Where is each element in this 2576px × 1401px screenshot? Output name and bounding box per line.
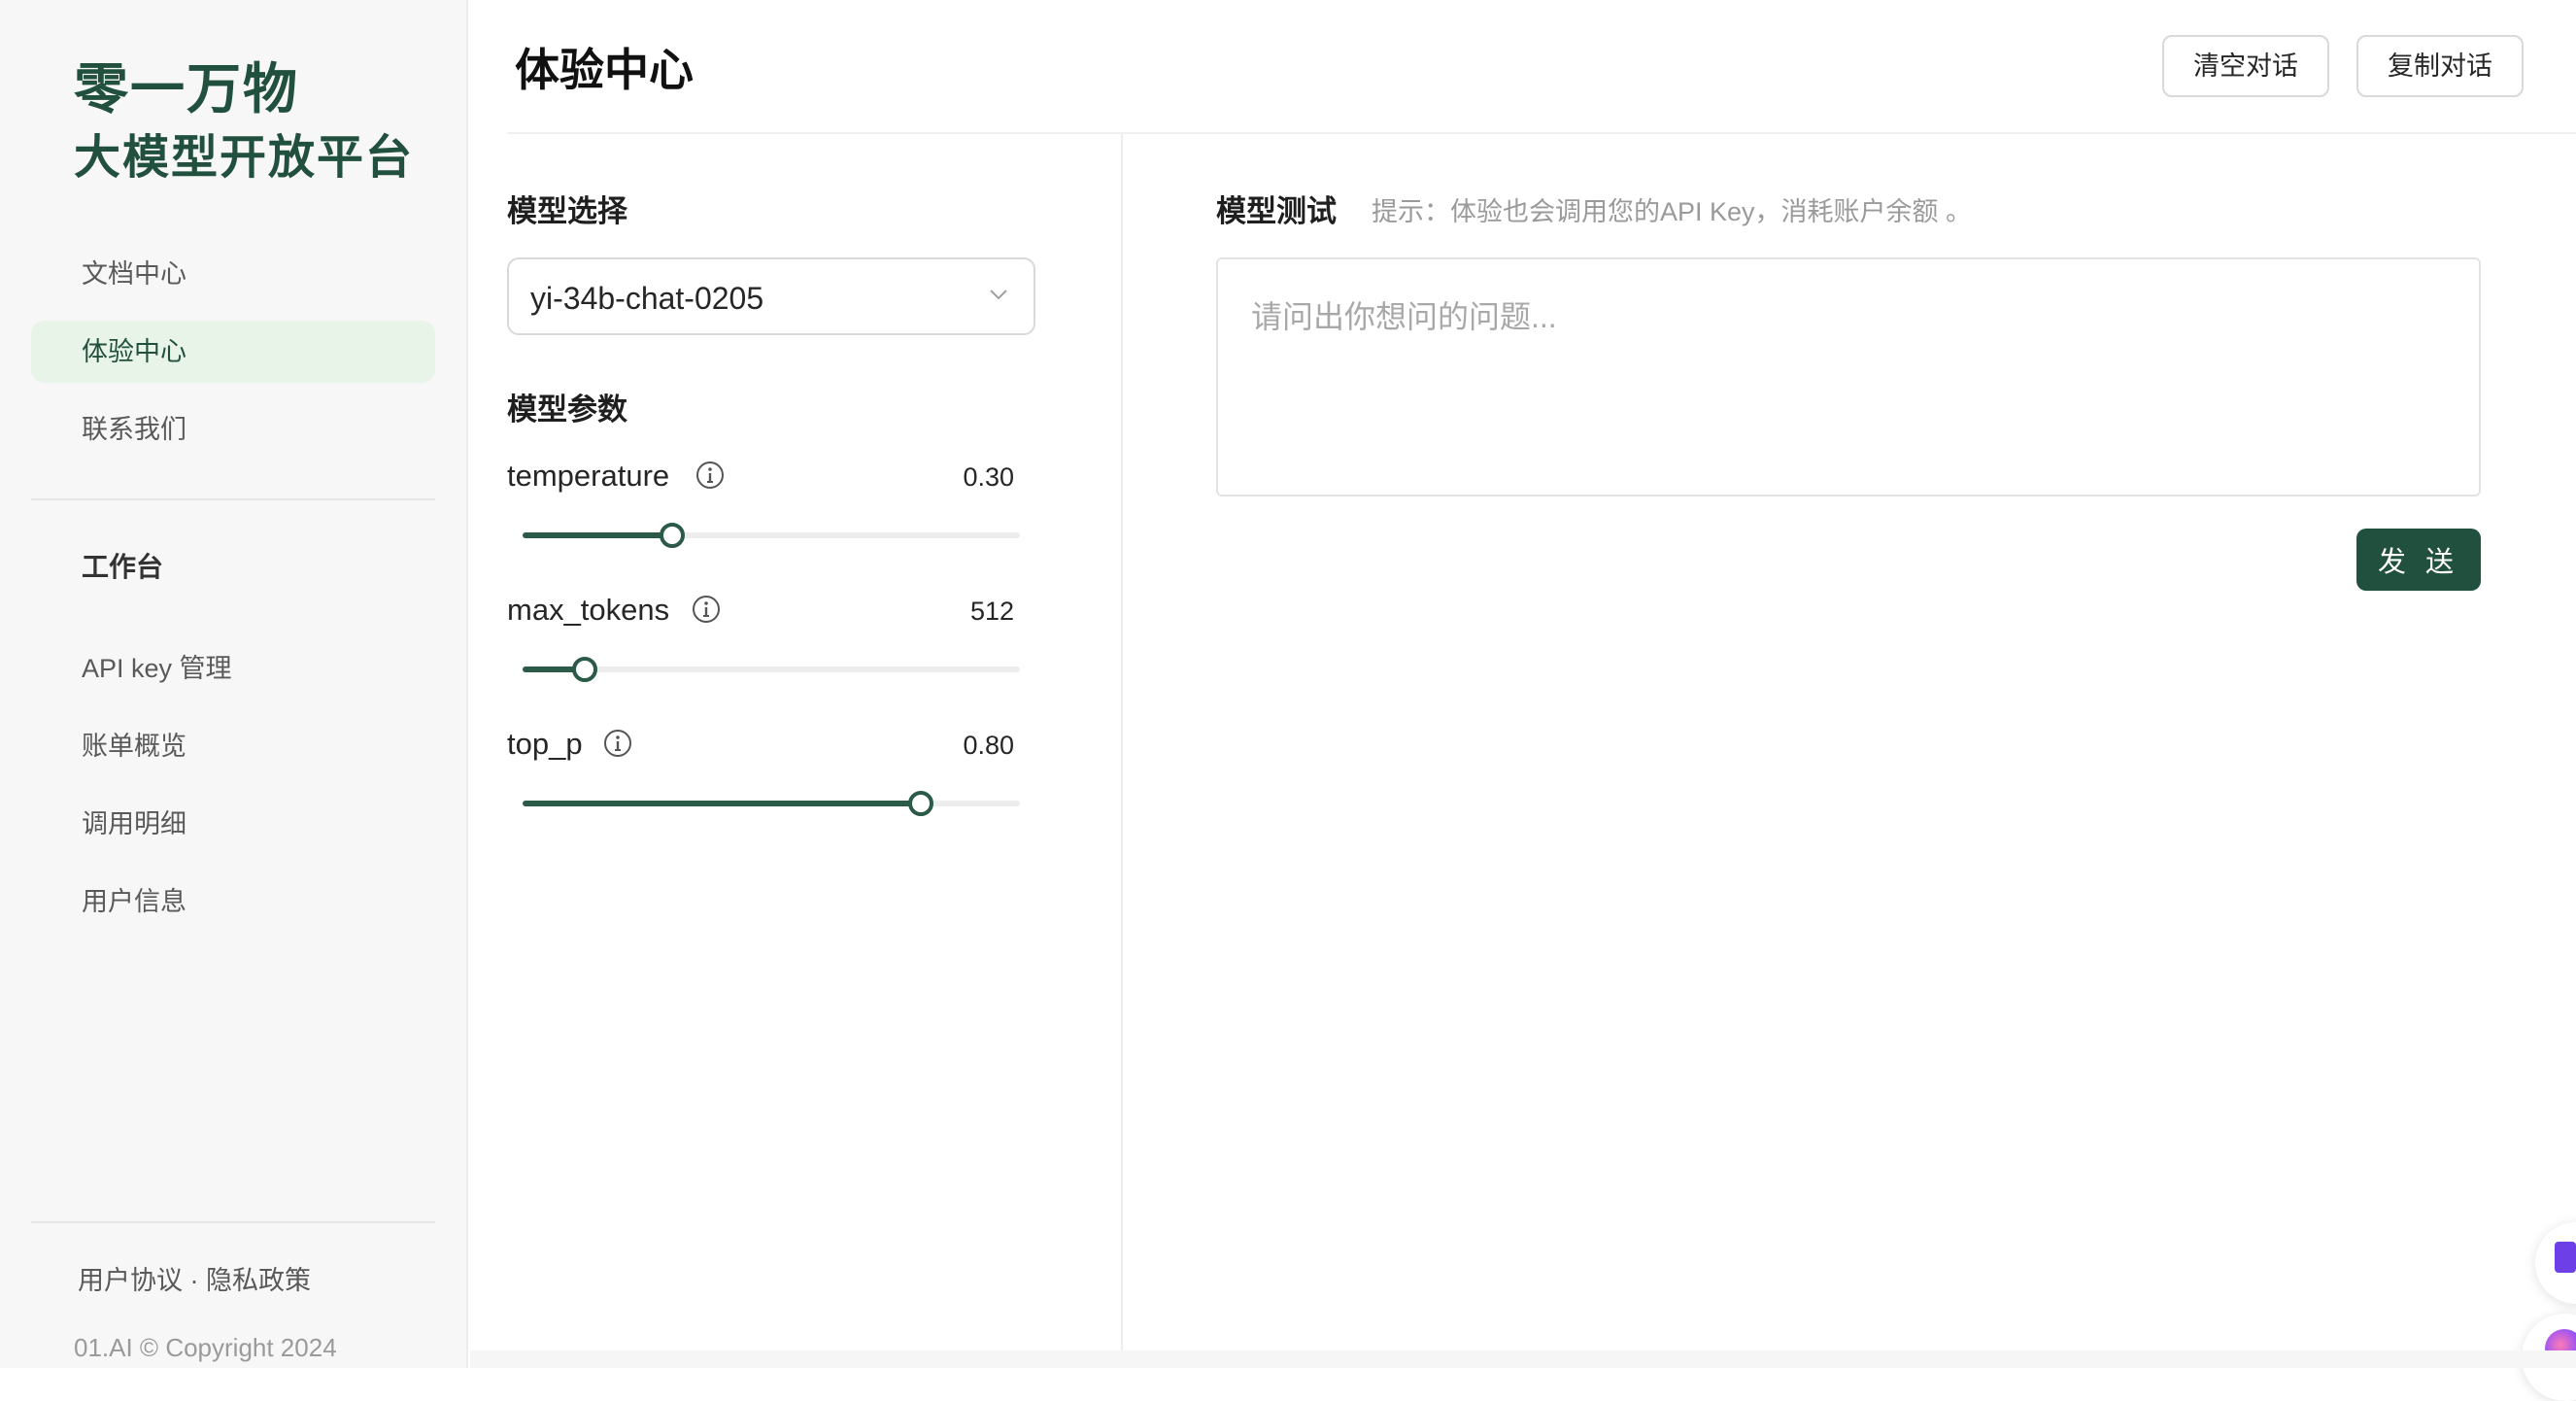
model-select-value: yi-34b-chat-0205 [530,281,764,316]
api-key-hint: 提示：体验也会调用您的API Key，消耗账户余额 。 [1372,197,1973,226]
top-p-slider[interactable] [523,784,1020,823]
param-temperature-value: 0.30 [963,462,1014,492]
nav-item-docs[interactable]: 文档中心 [31,243,435,305]
slider-handle[interactable] [907,791,933,816]
bottom-edge [470,1350,2576,1368]
info-icon[interactable] [602,728,633,759]
panel-divider [1121,134,1123,1350]
terms-link[interactable]: 用户协议 [78,1266,183,1295]
nav-item-usage[interactable]: 调用明细 [31,793,435,855]
brand-name: 零一万物 [74,58,299,120]
prompt-input[interactable] [1216,257,2481,496]
slider-handle[interactable] [572,657,597,682]
model-test-label: 模型测试 [1216,194,1337,228]
slider-track [523,801,921,806]
brand-subtitle: 大模型开放平台 [74,132,415,184]
max-tokens-slider[interactable] [523,650,1020,689]
slider-handle[interactable] [659,523,685,548]
brand-logo[interactable]: 零一万物 大模型开放平台 [74,54,414,192]
model-select[interactable]: yi-34b-chat-0205 [507,257,1035,335]
param-top-p-label: top_p [507,727,583,761]
clear-chat-button[interactable]: 清空对话 [2162,35,2329,97]
param-max-tokens-label: max_tokens [507,593,670,627]
chevron-down-icon [990,290,1007,300]
footer-links: 用户协议 · 隐私政策 [78,1259,311,1297]
model-select-label: 模型选择 [507,194,627,228]
nav-item-api-keys[interactable]: API key 管理 [31,637,435,700]
footer-separator: · [183,1266,206,1295]
param-max-tokens-value: 512 [969,597,1014,626]
nav-item-playground[interactable]: 体验中心 [31,321,435,383]
sidebar-footer-divider [31,1221,435,1223]
feedback-float-button[interactable] [2535,1222,2576,1304]
book-icon [2555,1242,2576,1273]
temperature-slider[interactable] [523,516,1020,555]
nav-item-billing[interactable]: 账单概览 [31,715,435,777]
copy-chat-button[interactable]: 复制对话 [2356,35,2524,97]
privacy-link[interactable]: 隐私政策 [206,1266,311,1295]
copyright: 01.AI © Copyright 2024 [74,1333,337,1362]
sidebar: 零一万物 大模型开放平台 文档中心 体验中心 联系我们 工作台 API key … [0,0,468,1368]
info-icon[interactable] [695,460,726,491]
param-top-p-value: 0.80 [963,731,1014,760]
slider-track [523,532,672,538]
nav-item-contact[interactable]: 联系我们 [31,398,435,461]
workspace-title: 工作台 [82,552,164,582]
header-divider [507,132,2576,134]
page-title: 体验中心 [515,45,694,95]
info-icon[interactable] [691,594,722,625]
send-button[interactable]: 发 送 [2356,529,2481,591]
nav-item-user-info[interactable]: 用户信息 [31,871,435,933]
param-temperature-label: temperature [507,459,670,493]
sidebar-divider [31,498,435,500]
model-params-label: 模型参数 [507,393,627,427]
